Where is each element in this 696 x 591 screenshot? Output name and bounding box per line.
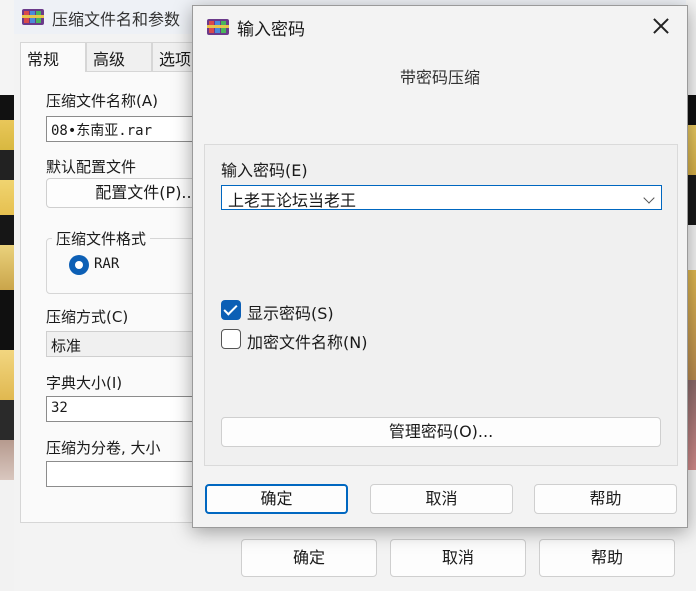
encrypt-names-label: 加密文件名称(N) [247,333,368,352]
tab-advanced[interactable]: 高级 [86,42,152,72]
back-cancel-button[interactable]: 取消 [390,539,526,577]
dict-label: 字典大小(I) [46,374,123,392]
method-label: 压缩方式(C) [46,308,129,326]
rar-radio[interactable] [69,255,89,275]
password-input[interactable]: 上老王论坛当老王 [221,185,662,210]
password-label: 输入密码(E) [221,161,308,180]
close-icon[interactable] [643,10,679,42]
winrar-icon [22,7,44,25]
rar-radio-label: RAR [94,256,120,272]
tab-general[interactable]: 常规 [20,42,86,72]
password-group: 输入密码(E) 上老王论坛当老王 显示密码(S) 加密文件名称(N) 管理密码(… [204,144,678,466]
back-help-button[interactable]: 帮助 [539,539,675,577]
password-value: 上老王论坛当老王 [228,191,357,210]
encrypt-names-checkbox[interactable] [221,329,241,349]
format-group-title: 压缩文件格式 [52,228,151,249]
cancel-button[interactable]: 取消 [370,484,513,514]
archive-name-label: 压缩文件名称(A) [46,92,158,110]
help-button[interactable]: 帮助 [534,484,677,514]
password-dialog: 输入密码 带密码压缩 输入密码(E) 上老王论坛当老王 显示密码(S) 加密文件… [192,5,688,528]
show-password-label: 显示密码(S) [247,304,334,323]
ok-button[interactable]: 确定 [205,484,348,514]
split-label: 压缩为分卷, 大小 [46,439,161,457]
password-dialog-titlebar: 输入密码 [193,6,687,46]
subheading: 带密码压缩 [399,68,480,87]
winrar-icon [207,17,229,35]
back-window-title: 压缩文件名和参数 [52,10,181,29]
default-profile-label: 默认配置文件 [46,158,137,176]
show-password-checkbox[interactable] [221,300,241,320]
password-dialog-title: 输入密码 [237,20,305,40]
back-ok-button[interactable]: 确定 [241,539,377,577]
manage-passwords-button[interactable]: 管理密码(O)... [221,417,661,447]
chevron-down-icon[interactable] [643,192,655,204]
